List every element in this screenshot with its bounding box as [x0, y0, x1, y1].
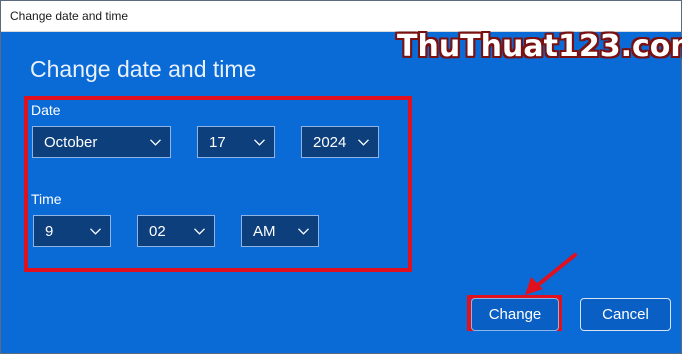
period-value: AM	[253, 222, 276, 240]
change-button[interactable]: Change	[471, 298, 559, 331]
month-value: October	[44, 133, 98, 151]
day-value: 17	[209, 133, 226, 151]
arrow-icon	[525, 253, 577, 295]
chevron-down-icon	[80, 216, 110, 246]
change-date-time-window: Change date and time ThuThuat123.com Cha…	[0, 0, 682, 354]
year-value: 2024	[313, 133, 347, 151]
cancel-button[interactable]: Cancel	[580, 298, 671, 331]
chevron-down-icon	[244, 127, 274, 157]
hour-select[interactable]: 9	[33, 215, 111, 247]
watermark-logo: ThuThuat123.com	[397, 29, 682, 64]
year-select[interactable]: 2024	[301, 126, 379, 158]
minute-value: 02	[149, 222, 166, 240]
chevron-down-icon	[184, 216, 214, 246]
date-label: Date	[31, 102, 61, 118]
dialog-heading: Change date and time	[30, 56, 257, 82]
chevron-down-icon	[348, 127, 378, 157]
window-title: Change date and time	[10, 9, 129, 23]
period-select[interactable]: AM	[241, 215, 319, 247]
day-select[interactable]: 17	[197, 126, 275, 158]
month-select[interactable]: October	[32, 126, 171, 158]
chevron-down-icon	[140, 127, 170, 157]
time-label: Time	[31, 191, 62, 207]
chevron-down-icon	[288, 216, 318, 246]
hour-value: 9	[45, 222, 54, 240]
minute-select[interactable]: 02	[137, 215, 215, 247]
title-bar: Change date and time	[1, 1, 681, 32]
